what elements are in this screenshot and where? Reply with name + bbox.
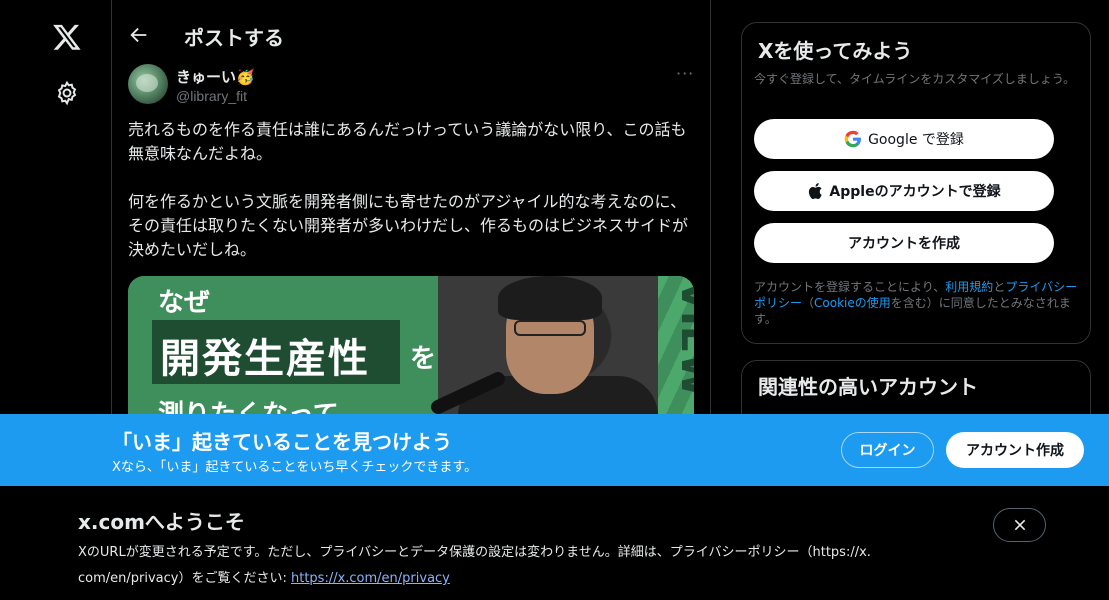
related-accounts-title: 関連性の高いアカウント xyxy=(758,375,978,399)
x-logo-icon[interactable] xyxy=(52,22,82,52)
terms-mid: （ xyxy=(802,296,815,310)
notice-text-line2: com/en/privacy）をご覧ください: xyxy=(78,571,291,586)
gear-icon[interactable] xyxy=(54,80,80,106)
notice-title: x.comへようこそ xyxy=(78,510,245,534)
arrow-left-icon[interactable] xyxy=(128,24,150,46)
page-title: ポストする xyxy=(184,26,284,50)
notice-text: XのURLが変更される予定です。ただし、プライバシーとデータ保護の設定は変わりま… xyxy=(78,540,958,592)
domain-change-notice: x.comへようこそ XのURLが変更される予定です。ただし、プライバシーとデー… xyxy=(0,486,1109,600)
close-button[interactable] xyxy=(993,508,1046,542)
apple-signup-button[interactable]: Appleのアカウントで登録 xyxy=(754,171,1054,211)
google-signup-button[interactable]: Google で登録 xyxy=(754,119,1054,159)
create-account-button[interactable]: アカウントを作成 xyxy=(754,223,1054,263)
notice-text-line1: XのURLが変更される予定です。ただし、プライバシーとデータ保護の設定は変わりま… xyxy=(78,545,871,560)
more-options-icon[interactable]: ··· xyxy=(676,64,694,83)
banner-subtitle: Xなら、「いま」起きていることをいち早くチェックできます。 xyxy=(112,460,478,475)
signup-button[interactable]: アカウント作成 xyxy=(946,432,1084,468)
signup-card: Xを使ってみよう 今すぐ登録して、タイムラインをカスタマイズしましょう。 Goo… xyxy=(741,22,1091,344)
login-button[interactable]: ログイン xyxy=(841,432,934,468)
media-text-title: 開発生産性 xyxy=(160,336,370,382)
close-icon xyxy=(1014,519,1025,531)
signup-banner: 「いま」起きていることを見つけよう Xなら、「いま」起きていることをいち早くチェ… xyxy=(0,414,1109,486)
apple-signup-label: Appleのアカウントで登録 xyxy=(829,184,1001,200)
media-text-naze: なぜ xyxy=(158,288,211,318)
signup-card-title: Xを使ってみよう xyxy=(758,39,913,63)
media-text-particle: を xyxy=(410,344,437,374)
media-side-text-label: VIEW xyxy=(672,280,694,397)
banner-title: 「いま」起きていることを見つけよう xyxy=(112,430,452,454)
terms-prefix: アカウントを登録することにより、 xyxy=(754,280,946,294)
apple-icon xyxy=(809,182,823,200)
signup-card-subtitle: 今すぐ登録して、タイムラインをカスタマイズしましょう。 xyxy=(754,72,1076,86)
create-account-label: アカウントを作成 xyxy=(848,236,960,252)
media-person-hair xyxy=(498,276,602,320)
terms-link[interactable]: 利用規約 xyxy=(945,280,993,294)
terms-and: と xyxy=(993,280,1006,294)
header: ポストする xyxy=(112,0,710,72)
cookie-link[interactable]: Cookieの使用 xyxy=(814,296,891,310)
avatar[interactable] xyxy=(128,64,168,104)
google-signup-label: Google で登録 xyxy=(868,132,964,148)
google-icon xyxy=(844,130,862,148)
post-text: 売れるものを作る責任は誰にあるんだっけっていう議論がない限り、この話も無意味なん… xyxy=(128,120,689,259)
privacy-url-link[interactable]: https://x.com/en/privacy xyxy=(291,571,450,586)
signup-terms: アカウントを登録することにより、利用規約とプライバシーポリシー（Cookieの使… xyxy=(754,279,1080,327)
user-display-name[interactable]: きゅーい🥳 xyxy=(176,66,255,87)
user-handle[interactable]: @library_fit xyxy=(176,88,247,104)
media-person-glasses xyxy=(514,320,586,336)
